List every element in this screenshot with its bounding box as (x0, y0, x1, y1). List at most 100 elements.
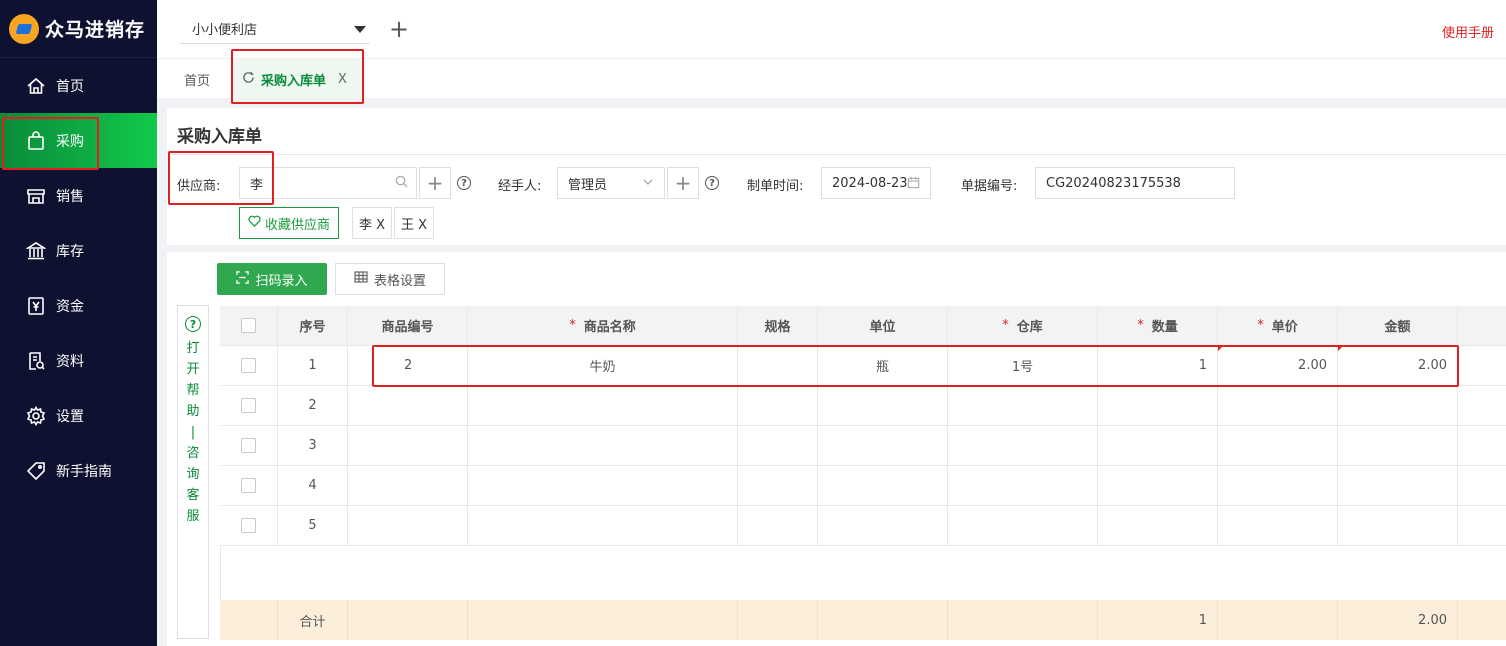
handler-select[interactable]: 管理员 (557, 167, 665, 199)
favorite-supplier-button[interactable]: 收藏供应商 (239, 207, 340, 239)
cell-price[interactable] (1218, 426, 1338, 466)
sidebar-item-inventory[interactable]: 库存 (0, 223, 157, 278)
row-checkbox[interactable] (241, 398, 256, 413)
cell-name[interactable]: 牛奶 (468, 346, 738, 386)
sum-blank (1218, 600, 1338, 640)
table-row[interactable]: 1 2 牛奶 瓶 1号 1 2.00 2.00 (220, 346, 1506, 386)
table-row[interactable]: 5 (220, 506, 1506, 546)
cell-price[interactable] (1218, 386, 1338, 426)
cell-price[interactable] (1218, 466, 1338, 506)
app-logo: 众马进销存 (0, 0, 157, 58)
tab-bar: 首页 采购入库单 X (157, 58, 1506, 99)
cell-spec[interactable] (738, 466, 818, 506)
cell-warehouse[interactable]: 1号 (948, 346, 1098, 386)
col-extra (1458, 306, 1506, 346)
close-icon[interactable]: X (338, 72, 347, 87)
table-row[interactable]: 2 (220, 386, 1506, 426)
sidebar-item-sales[interactable]: 销售 (0, 168, 157, 223)
help-consult-sidebar[interactable]: ? 打 开 帮 助 | 咨 询 客 服 (177, 305, 209, 639)
cell-name[interactable] (468, 466, 738, 506)
add-store-plus-icon[interactable]: + (389, 15, 409, 43)
row-checkbox[interactable] (241, 358, 256, 373)
divider (167, 154, 1506, 155)
tab-home[interactable]: 首页 (184, 59, 210, 99)
docno-input[interactable]: CG20240823175538 (1035, 167, 1235, 199)
cell-price[interactable]: 2.00 (1218, 346, 1338, 386)
cell-code[interactable] (348, 426, 468, 466)
sidebar-item-home[interactable]: 首页 (0, 58, 157, 113)
row-checkbox[interactable] (241, 438, 256, 453)
cell-qty[interactable] (1098, 426, 1218, 466)
supplier-input[interactable]: 李 (239, 167, 417, 199)
row-checkbox-cell[interactable] (220, 426, 278, 466)
cell-unit[interactable] (818, 466, 948, 506)
tab-purchase-receipt[interactable]: 采购入库单 X (232, 59, 361, 99)
cell-qty[interactable] (1098, 466, 1218, 506)
cell-index: 3 (278, 426, 348, 466)
sidebar-item-funds[interactable]: 资金 (0, 278, 157, 333)
supplier-label: 供应商: (177, 179, 221, 194)
cell-spec[interactable] (738, 426, 818, 466)
row-checkbox[interactable] (241, 478, 256, 493)
row-checkbox-cell[interactable] (220, 386, 278, 426)
date-input[interactable]: 2024-08-23 (821, 167, 931, 199)
cell-code[interactable] (348, 506, 468, 546)
cell-warehouse[interactable] (948, 506, 1098, 546)
row-checkbox-cell[interactable] (220, 506, 278, 546)
add-supplier-button[interactable]: + (419, 167, 451, 199)
help-char: 帮 (186, 383, 200, 398)
sidebar-item-data[interactable]: 资料 (0, 333, 157, 388)
cell-qty[interactable] (1098, 506, 1218, 546)
sidebar-item-purchase[interactable]: 采购 (0, 113, 157, 168)
scan-entry-button[interactable]: 扫码录入 (217, 263, 327, 295)
handler-label: 经手人: (498, 179, 542, 194)
cell-warehouse[interactable] (948, 386, 1098, 426)
row-checkbox-cell[interactable] (220, 346, 278, 386)
cell-amount[interactable]: 2.00 (1338, 346, 1458, 386)
cell-qty[interactable] (1098, 386, 1218, 426)
cell-amount[interactable] (1338, 426, 1458, 466)
cell-price[interactable] (1218, 506, 1338, 546)
row-checkbox-cell[interactable] (220, 466, 278, 506)
user-manual-link[interactable]: 使用手册 (1442, 22, 1494, 41)
select-all-cell[interactable] (220, 306, 278, 346)
cell-spec[interactable] (738, 386, 818, 426)
table-row[interactable]: 4 (220, 466, 1506, 506)
cell-unit[interactable] (818, 386, 948, 426)
supplier-chip-wang[interactable]: 王 X (394, 207, 435, 239)
refresh-icon[interactable] (242, 71, 255, 88)
search-icon[interactable] (395, 175, 408, 192)
store-select[interactable]: 小小便利店 (180, 14, 370, 44)
select-all-checkbox[interactable] (241, 318, 256, 333)
table-row[interactable]: 3 (220, 426, 1506, 466)
supplier-chip-li[interactable]: 李 X (352, 207, 393, 239)
add-handler-button[interactable]: + (667, 167, 699, 199)
cell-spec[interactable] (738, 506, 818, 546)
cell-name[interactable] (468, 506, 738, 546)
cell-unit[interactable]: 瓶 (818, 346, 948, 386)
cell-name[interactable] (468, 426, 738, 466)
cell-amount[interactable] (1338, 386, 1458, 426)
cell-code[interactable]: 2 (348, 346, 468, 386)
calendar-icon[interactable] (907, 176, 920, 193)
cell-code[interactable] (348, 386, 468, 426)
cell-unit[interactable] (818, 426, 948, 466)
help-char: 服 (186, 509, 200, 524)
cell-name[interactable] (468, 386, 738, 426)
cell-index: 4 (278, 466, 348, 506)
cell-amount[interactable] (1338, 506, 1458, 546)
sidebar-item-label: 设置 (56, 408, 84, 425)
sidebar-item-settings[interactable]: 设置 (0, 388, 157, 443)
cell-warehouse[interactable] (948, 466, 1098, 506)
row-checkbox[interactable] (241, 518, 256, 533)
table-settings-button[interactable]: 表格设置 (335, 263, 445, 295)
cell-amount[interactable] (1338, 466, 1458, 506)
cell-qty[interactable]: 1 (1098, 346, 1218, 386)
cell-code[interactable] (348, 466, 468, 506)
cell-unit[interactable] (818, 506, 948, 546)
cell-spec[interactable] (738, 346, 818, 386)
help-icon[interactable]: ? (457, 176, 471, 190)
sidebar-item-guide[interactable]: 新手指南 (0, 443, 157, 498)
cell-warehouse[interactable] (948, 426, 1098, 466)
help-icon[interactable]: ? (705, 176, 719, 190)
